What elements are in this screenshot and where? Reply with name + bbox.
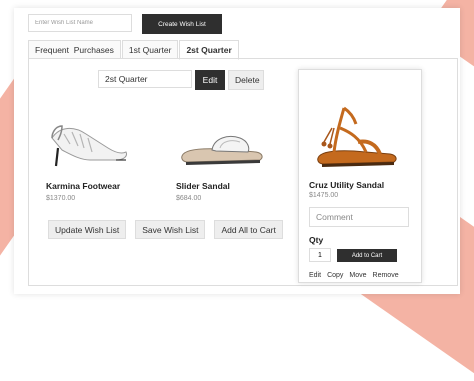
rename-row: Edit Delete xyxy=(98,70,264,90)
slide-sandal-icon[interactable] xyxy=(176,104,266,174)
save-wishlist-button[interactable]: Save Wish List xyxy=(135,220,206,239)
create-wishlist-button[interactable]: Create Wish List xyxy=(142,14,222,34)
copy-item-link[interactable]: Copy xyxy=(327,272,343,279)
product-card: Slider Sandal $684.00 xyxy=(176,104,266,202)
tab-frequent-purchases[interactable]: Frequent Purchases xyxy=(28,40,121,59)
product-price: $1370.00 xyxy=(46,195,76,202)
qty-input[interactable] xyxy=(309,248,331,262)
move-item-link[interactable]: Move xyxy=(349,272,366,279)
wishlist-create-bar: Create Wish List xyxy=(28,14,222,34)
wishlist-rename-input[interactable] xyxy=(98,70,192,88)
comment-input[interactable] xyxy=(309,207,409,227)
wishlist-tabs: Frequent Purchases 1st Quarter 2st Quart… xyxy=(28,40,240,60)
qty-label: Qty xyxy=(309,235,324,245)
tab-1st-quarter[interactable]: 1st Quarter xyxy=(121,40,179,59)
slingback-heel-shoe-icon[interactable] xyxy=(46,104,136,174)
product-name[interactable]: Slider Sandal xyxy=(176,181,266,191)
item-actions: Edit Copy Move Remove xyxy=(309,272,399,279)
add-all-to-cart-button[interactable]: Add All to Cart xyxy=(214,220,283,239)
product-price: $1475.00 xyxy=(309,192,339,199)
product-name[interactable]: Karmina Footwear xyxy=(46,181,136,191)
tassel-sandal-icon[interactable] xyxy=(309,98,401,178)
add-to-cart-button[interactable]: Add to Cart xyxy=(337,249,397,262)
edit-item-link[interactable]: Edit xyxy=(309,272,321,279)
product-price: $684.00 xyxy=(176,195,202,202)
delete-button[interactable]: Delete xyxy=(228,70,264,90)
edit-button[interactable]: Edit xyxy=(195,70,225,90)
wishlist-name-input[interactable] xyxy=(28,14,132,32)
tab-2st-quarter[interactable]: 2st Quarter xyxy=(179,40,239,60)
product-name[interactable]: Cruz Utility Sandal xyxy=(309,180,384,190)
update-wishlist-button[interactable]: Update Wish List xyxy=(48,220,127,239)
wishlist-actions: Update Wish List Save Wish List Add All … xyxy=(48,220,283,239)
remove-item-link[interactable]: Remove xyxy=(373,272,399,279)
product-detail-card: Cruz Utility Sandal $1475.00 Qty Add to … xyxy=(298,69,422,283)
product-card: Karmina Footwear $1370.00 xyxy=(46,104,136,202)
